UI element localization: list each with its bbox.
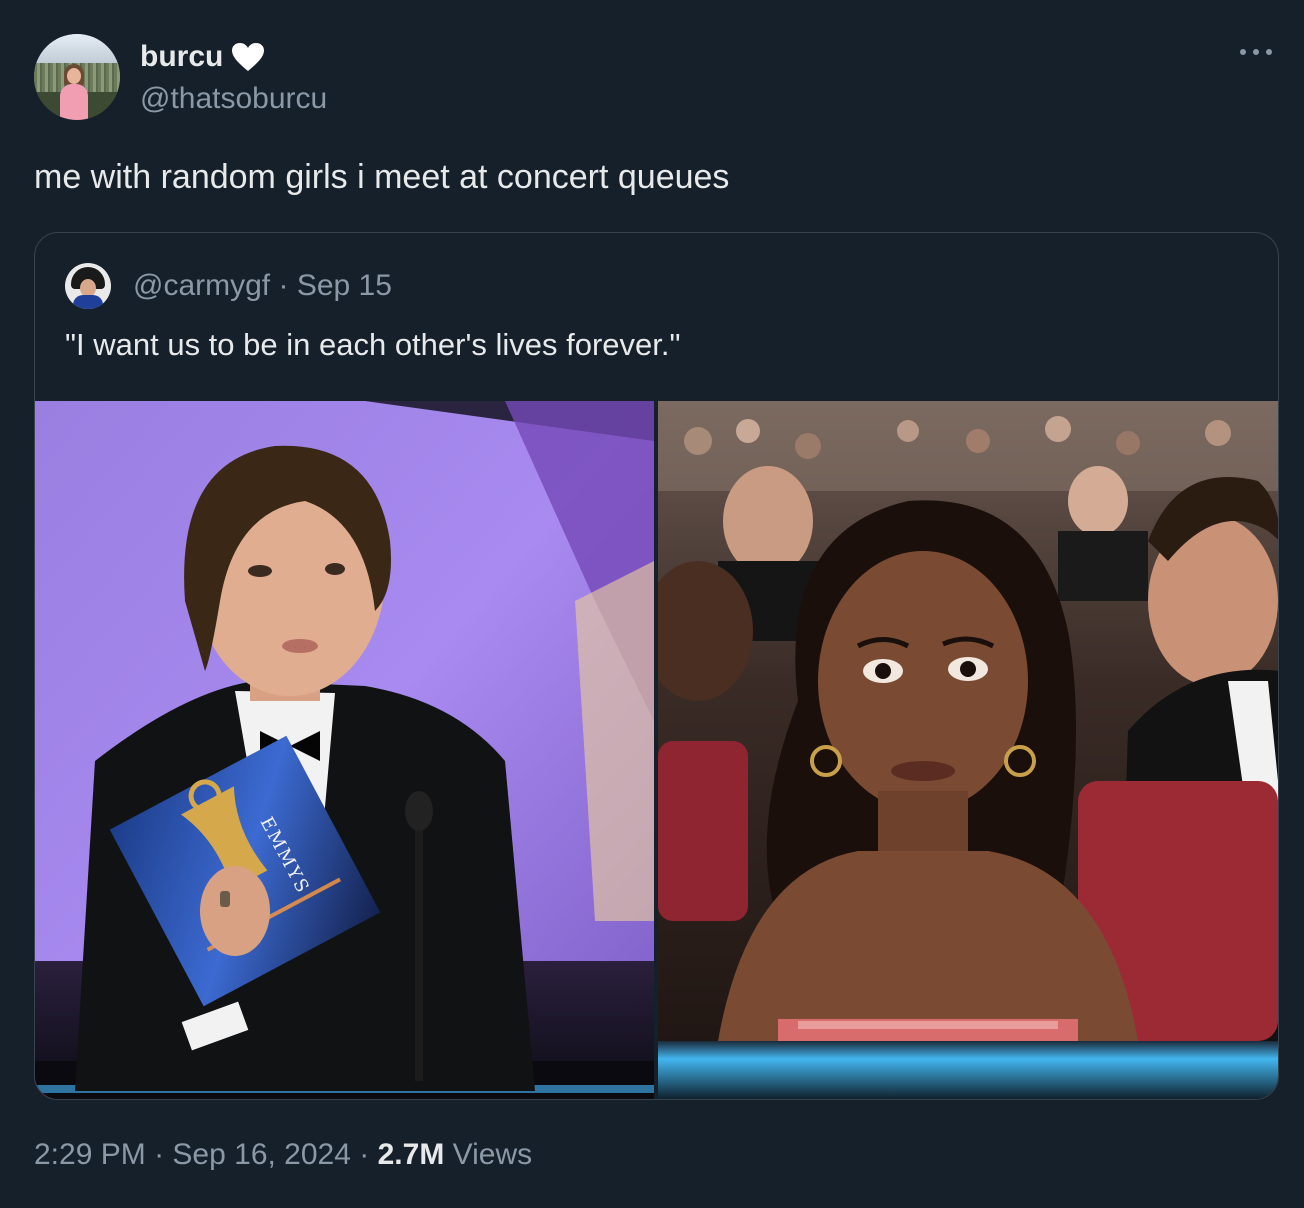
tweet-date[interactable]: Sep 16, 2024 xyxy=(172,1138,351,1171)
quoted-tweet[interactable]: @carmygf · Sep 15 "I want us to be in ea… xyxy=(34,232,1279,1100)
emmys-presenter-photo[interactable]: EMMYS xyxy=(35,401,654,1100)
author-handle[interactable]: @thatsoburcu xyxy=(140,82,327,116)
quoted-tweet-text: "I want us to be in each other's lives f… xyxy=(65,327,681,362)
tweet-time[interactable]: 2:29 PM xyxy=(34,1138,146,1171)
tweet-footer: 2:29 PM · Sep 16, 2024 · 2.7M Views xyxy=(34,1138,532,1172)
meta-separator: · xyxy=(278,269,289,302)
author-avatar[interactable] xyxy=(34,34,120,120)
quoted-author-avatar[interactable] xyxy=(65,263,111,309)
quoted-author-handle[interactable]: @carmygf xyxy=(133,269,270,302)
tweet-text: me with random girls i meet at concert q… xyxy=(34,158,730,196)
quoted-tweet-date[interactable]: Sep 15 xyxy=(297,269,392,302)
quoted-tweet-meta: @carmygf · Sep 15 xyxy=(133,269,392,303)
author-display-name[interactable]: burcu xyxy=(140,40,265,74)
heart-icon xyxy=(232,43,265,71)
views-label: Views xyxy=(452,1138,533,1171)
more-options-icon[interactable] xyxy=(1236,40,1276,64)
tweet: burcu @thatsoburcu me with random girls … xyxy=(0,0,1304,1208)
audience-reaction-photo[interactable] xyxy=(658,401,1279,1100)
footer-separator: · xyxy=(359,1138,370,1171)
footer-separator: · xyxy=(154,1138,165,1171)
views-count: 2.7M xyxy=(377,1138,445,1171)
author-name-text[interactable]: burcu xyxy=(140,40,223,74)
